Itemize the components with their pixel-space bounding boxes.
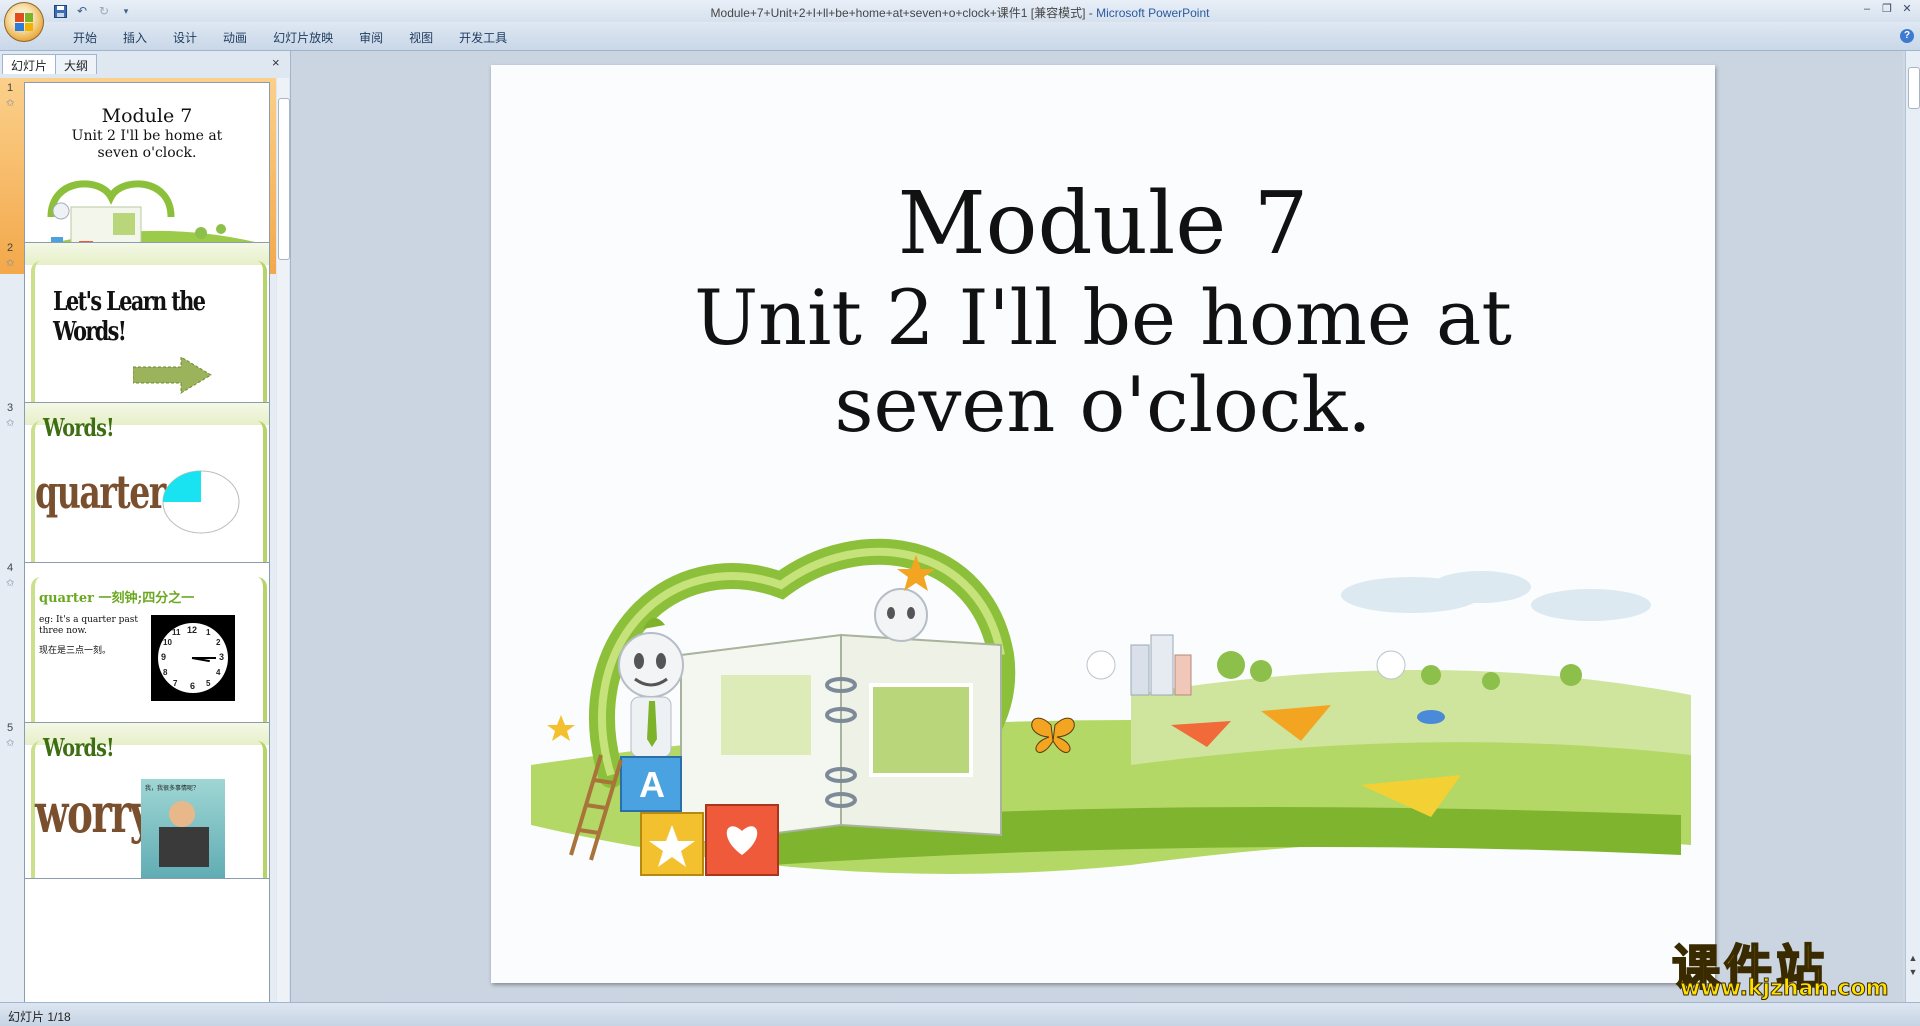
tab-home[interactable]: 开始 [60, 29, 110, 46]
cartoon-caption: 我，我很多事情呢？ [145, 786, 200, 792]
slide-title[interactable]: Module 7 Unit 2 I'll be home at seven o'… [491, 175, 1715, 449]
thumbnail-heading: Words! [43, 413, 115, 442]
status-bar: 幻灯片 1/18 [0, 1002, 1920, 1026]
tab-outline[interactable]: 大纲 [55, 54, 98, 74]
slide-scrollbar[interactable]: ▲ ▼ [1905, 51, 1920, 1002]
animation-star-icon: ✩ [6, 258, 15, 269]
close-icon[interactable]: ✕ [1900, 2, 1914, 16]
clock-number-3: 3 [219, 652, 225, 662]
slide-thumbnail-6[interactable] [0, 878, 276, 1002]
tab-view[interactable]: 视图 [396, 29, 446, 46]
thumbnail-title: Module 7 Unit 2 I'll be home at seven o'… [25, 105, 269, 161]
thumbnail-title: Let's Learn the Words! [53, 287, 206, 347]
help-icon[interactable]: ? [1900, 29, 1914, 43]
clock-number-7: 7 [173, 679, 178, 688]
thumbnail-title-line3: seven o'clock. [97, 144, 197, 161]
animation-star-icon: ✩ [6, 98, 15, 109]
slide-number: 1 [7, 82, 14, 94]
slides-pane: 幻灯片 大纲 × 1 ✩ Module 7 Unit 2 I'll be hom… [0, 51, 291, 1002]
slide-background-art-image: A [531, 538, 1691, 876]
watermark-url: www.kjzhan.com [1680, 976, 1890, 1002]
tab-slide-show[interactable]: 幻灯片放映 [260, 29, 346, 46]
ribbon-tabs: 开始 插入 设计 动画 幻灯片放映 审阅 视图 开发工具 [60, 29, 520, 46]
clock-number-6: 6 [190, 681, 196, 691]
thumbnail-header: quarter 一刻钟;四分之一 [39, 591, 195, 606]
tab-slides[interactable]: 幻灯片 [2, 54, 57, 74]
tab-review[interactable]: 审阅 [346, 29, 396, 46]
clock-face: 12 3 6 9 10 11 1 2 4 5 7 8 [158, 623, 228, 693]
clock-number-1: 1 [206, 628, 211, 637]
thumbnail-word: quarter [35, 465, 166, 519]
svg-text:A: A [639, 764, 665, 805]
quarter-pie-image [162, 470, 240, 534]
clock-number-4: 4 [216, 668, 221, 677]
window-controls: – ❐ ✕ [1860, 2, 1914, 16]
thumbnail-word: worry [35, 781, 152, 845]
slide-thumbnails: 1 ✩ Module 7 Unit 2 I'll be home at seve… [0, 78, 276, 1002]
slide-number: 5 [7, 722, 14, 734]
scrollbar-thumb[interactable] [278, 98, 290, 260]
title-bar: ↶ ↻ ▾ Module+7+Unit+2+I+ll+be+home+at+se… [0, 0, 1920, 22]
clock-number-2: 2 [216, 638, 221, 647]
tab-animations[interactable]: 动画 [210, 29, 260, 46]
clock-number-10: 10 [163, 638, 172, 647]
ribbon: 开始 插入 设计 动画 幻灯片放映 审阅 视图 开发工具 ? [0, 22, 1920, 51]
minimize-icon[interactable]: – [1860, 2, 1874, 16]
thumbnails-scrollbar[interactable] [277, 78, 290, 1002]
slide-title-line1: Module 7 [897, 174, 1309, 274]
animation-star-icon: ✩ [6, 738, 15, 749]
clock-number-11: 11 [172, 628, 181, 637]
office-button[interactable] [4, 2, 44, 42]
tab-design[interactable]: 设计 [160, 29, 210, 46]
thumbnail-example-en: eg: It's a quarter past three now. [39, 615, 139, 636]
thumbnail-canvas [24, 878, 270, 1002]
tab-insert[interactable]: 插入 [110, 29, 160, 46]
office-logo-icon [15, 13, 33, 31]
thumbnail-example-cn: 现在是三点一刻。 [39, 645, 112, 655]
slide-editing-area: Module 7 Unit 2 I'll be home at seven o'… [291, 51, 1903, 1002]
app-name: Microsoft PowerPoint [1096, 6, 1210, 20]
slide-number: 3 [7, 402, 14, 414]
slide-indicator: 幻灯片 1/18 [8, 1010, 71, 1024]
close-pane-icon[interactable]: × [272, 55, 280, 70]
clock-number-9: 9 [161, 652, 167, 662]
slide-title-line2: Unit 2 I'll be home at [694, 272, 1512, 362]
tab-developer[interactable]: 开发工具 [446, 29, 520, 46]
watermark-logo: 课件站 www.kjzhan.com [1668, 928, 1908, 1003]
slide-title-line3: seven o'clock. [834, 360, 1372, 450]
restore-icon[interactable]: ❐ [1880, 2, 1894, 16]
slide-number: 4 [7, 562, 14, 574]
worry-cartoon-image: 我，我很多事情呢？ [141, 779, 225, 889]
previous-slide-icon[interactable]: ▲ [1908, 953, 1918, 963]
clock-image: 12 3 6 9 10 11 1 2 4 5 7 8 [151, 615, 235, 701]
arrow-right-icon [133, 356, 212, 394]
current-slide[interactable]: Module 7 Unit 2 I'll be home at seven o'… [491, 65, 1715, 983]
scrollbar-thumb[interactable] [1908, 67, 1920, 109]
pane-tabs: 幻灯片 大纲 [2, 54, 98, 74]
thumbnail-title-line2: Unit 2 I'll be home at [71, 127, 223, 144]
document-name: Module+7+Unit+2+I+ll+be+home+at+seven+o+… [710, 6, 1097, 20]
clock-number-5: 5 [206, 679, 211, 688]
clock-number-12: 12 [187, 625, 198, 635]
animation-star-icon: ✩ [6, 418, 15, 429]
thumbnail-title-line1: Module 7 [101, 105, 193, 127]
slide-number: 2 [7, 242, 14, 254]
animation-star-icon: ✩ [6, 578, 15, 589]
window-title: Module+7+Unit+2+I+ll+be+home+at+seven+o+… [0, 4, 1920, 21]
next-slide-icon[interactable]: ▼ [1908, 967, 1918, 977]
thumbnail-heading: Words! [43, 733, 115, 762]
clock-number-8: 8 [163, 668, 168, 677]
